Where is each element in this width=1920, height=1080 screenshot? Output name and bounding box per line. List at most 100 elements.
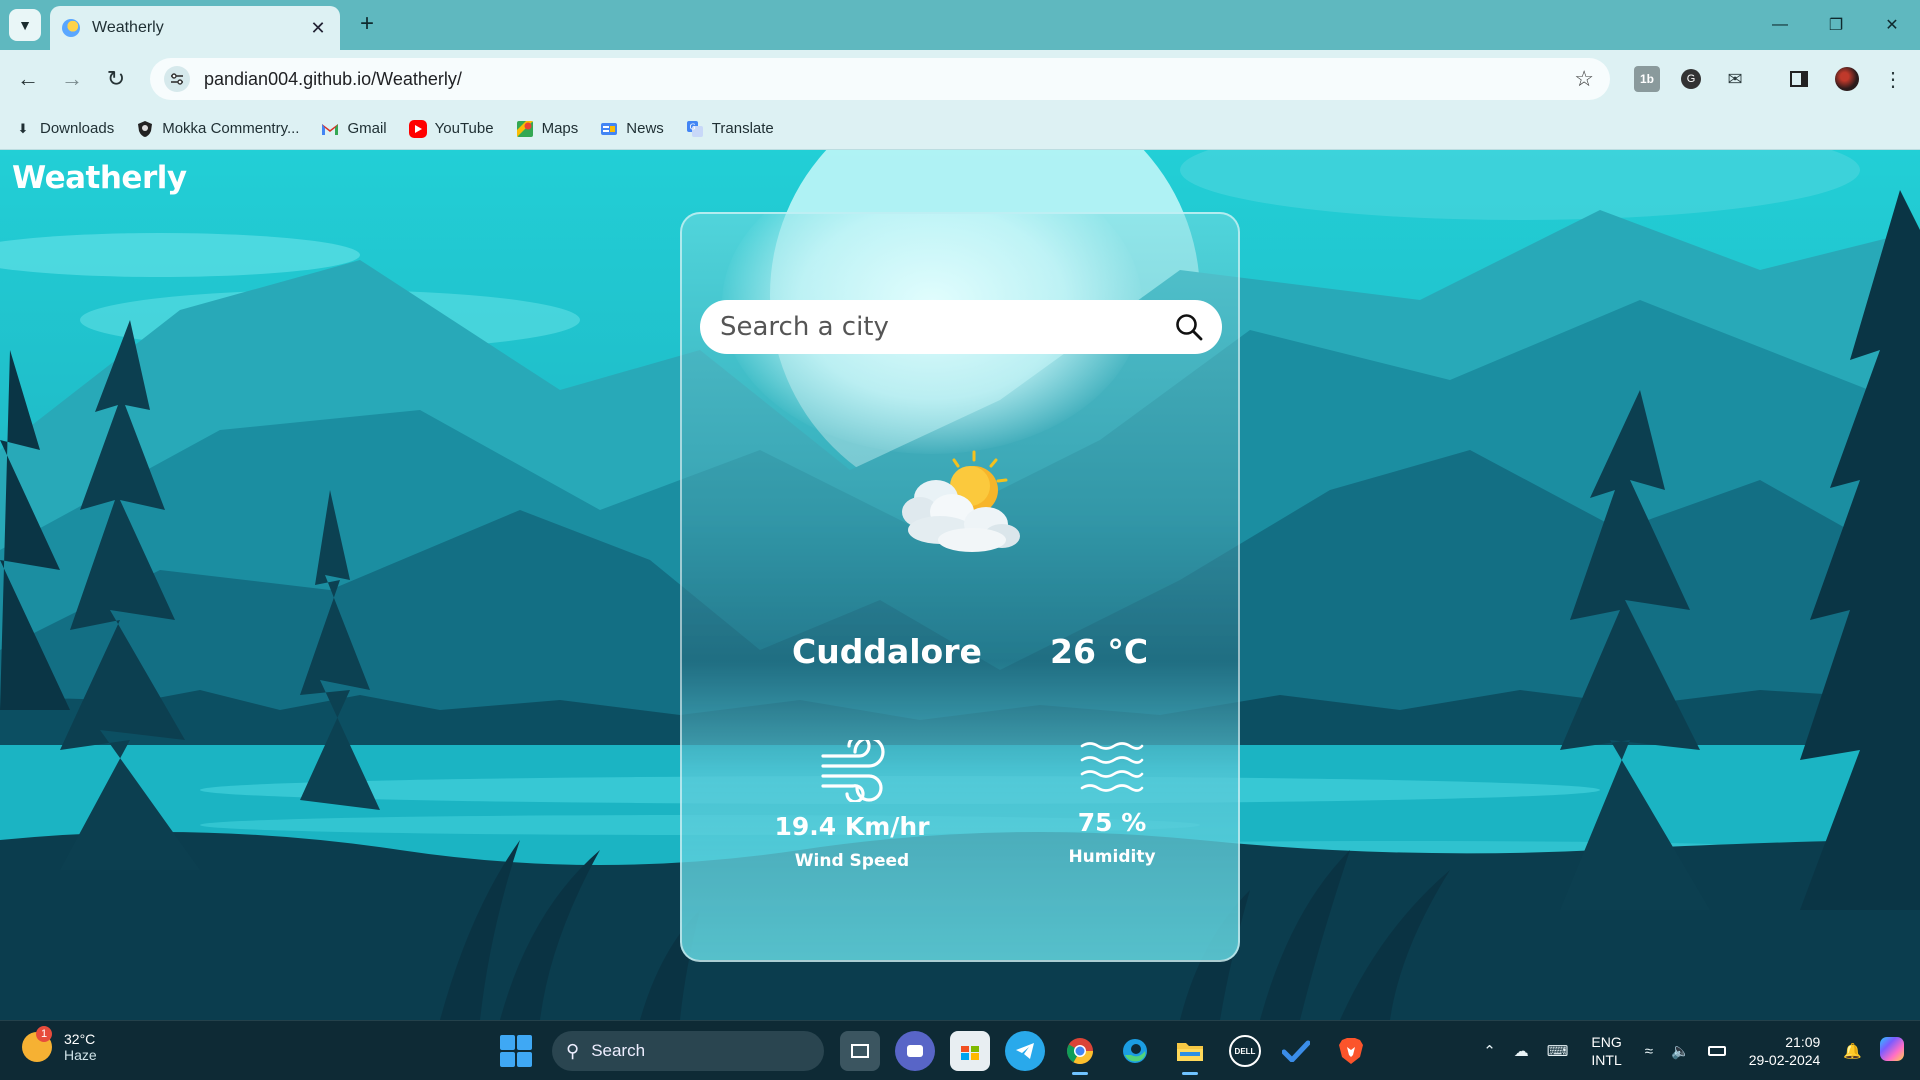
system-tray: ⌃ ☁ ⌨ ENG INTL ≈ 🔈 21:09 29-02-2024 🔔 xyxy=(1474,1021,1920,1080)
profile-avatar[interactable] xyxy=(1834,66,1860,92)
input-language[interactable]: ENG INTL xyxy=(1591,1033,1621,1069)
taskbar-weather-condition: Haze xyxy=(64,1047,97,1063)
chrome-icon[interactable] xyxy=(1060,1031,1100,1075)
bookmark-label: YouTube xyxy=(434,120,494,137)
wind-speed-label: Wind Speed xyxy=(794,851,910,871)
tab-title: Weatherly xyxy=(92,19,164,36)
file-explorer-icon[interactable] xyxy=(1170,1031,1210,1075)
weather-sun-icon: 1 xyxy=(22,1026,52,1062)
teams-chat-icon[interactable] xyxy=(895,1031,935,1071)
wifi-icon[interactable]: ≈ xyxy=(1645,1043,1653,1060)
extension-1b-icon[interactable]: 1b xyxy=(1634,66,1660,92)
bookmark-youtube[interactable]: YouTube xyxy=(408,119,494,138)
minimize-icon[interactable]: — xyxy=(1752,0,1808,50)
bookmark-mokka[interactable]: Mokka Commentry... xyxy=(136,120,299,138)
temperature: 26 °C xyxy=(1050,632,1149,671)
todo-check-icon[interactable] xyxy=(1276,1031,1316,1071)
bookmark-maps[interactable]: Maps xyxy=(516,120,579,138)
telegram-icon[interactable] xyxy=(1005,1031,1045,1071)
browser-toolbar: ← → ↻ pandian004.github.io/Weatherly/ ☆ … xyxy=(0,50,1920,108)
language-code: ENG xyxy=(1591,1034,1622,1050)
news-icon xyxy=(600,120,618,138)
bookmark-label: Gmail xyxy=(347,120,387,137)
bookmarks-bar: ⬇ Downloads Mokka Commentry... Gmail You… xyxy=(0,108,1920,150)
shield-icon xyxy=(136,120,154,138)
restore-icon[interactable]: ❐ xyxy=(1808,0,1864,50)
system-clock[interactable]: 21:09 29-02-2024 xyxy=(1749,1033,1821,1069)
onedrive-cloud-off-icon[interactable]: ☁ xyxy=(1514,1042,1529,1060)
show-hidden-icons-chevron-up-icon[interactable]: ⌃ xyxy=(1483,1042,1496,1060)
taskbar: 1 32°C Haze ⚲ Search DELL ⌃ ☁ ⌨ ENG INTL… xyxy=(0,1020,1920,1080)
youtube-icon xyxy=(408,119,427,138)
volume-icon[interactable]: 🔈 xyxy=(1671,1042,1690,1060)
browser-tab-weatherly[interactable]: Weatherly ✕ xyxy=(50,6,340,50)
keyboard-icon[interactable]: ⌨ xyxy=(1547,1042,1569,1060)
windows-start-icon[interactable] xyxy=(500,1035,532,1067)
wind-icon xyxy=(821,734,885,804)
tab-search-button[interactable]: ▼ xyxy=(9,9,41,41)
site-info-icon[interactable] xyxy=(164,66,190,92)
keyboard-layout: INTL xyxy=(1591,1052,1622,1068)
battery-icon[interactable] xyxy=(1707,1043,1726,1060)
reload-button[interactable]: ↻ xyxy=(100,63,132,95)
search-button[interactable] xyxy=(1172,310,1206,344)
close-window-icon[interactable]: ✕ xyxy=(1864,0,1920,50)
humidity-value: 75 % xyxy=(1077,808,1147,837)
arrow-right-icon: → xyxy=(61,66,83,91)
weatherly-favicon-icon xyxy=(62,19,80,37)
more-menu-icon[interactable]: ⋮ xyxy=(1880,66,1906,92)
gmail-icon xyxy=(321,120,339,138)
bookmark-downloads[interactable]: ⬇ Downloads xyxy=(14,120,115,138)
notification-bell-icon[interactable]: 🔔 xyxy=(1843,1042,1862,1060)
taskbar-search-label: Search xyxy=(591,1041,646,1060)
brand-logo[interactable]: Weatherly xyxy=(12,160,187,196)
microsoft-store-icon[interactable] xyxy=(950,1031,990,1071)
task-view-icon[interactable] xyxy=(840,1031,880,1071)
reload-icon: ↻ xyxy=(106,66,126,91)
taskbar-apps: ⚲ Search DELL xyxy=(500,1029,1386,1075)
bookmark-translate[interactable]: G Translate xyxy=(686,120,774,138)
humidity-label: Humidity xyxy=(1068,847,1156,867)
city-search-input[interactable] xyxy=(720,312,1172,342)
brave-icon[interactable] xyxy=(1331,1031,1371,1071)
humidity-waves-icon xyxy=(1080,742,1144,792)
clock-time: 21:09 xyxy=(1785,1034,1821,1050)
humidity-metric: 75 % Humidity xyxy=(1022,740,1202,867)
bookmark-label: Mokka Commentry... xyxy=(162,120,300,137)
tab-strip: ▼ Weatherly ✕ + — ❐ ✕ xyxy=(0,0,1920,50)
wind-speed-metric: 19.4 Km/hr Wind Speed xyxy=(762,734,942,871)
bookmark-news[interactable]: News xyxy=(600,120,664,138)
extension-g-icon[interactable]: G xyxy=(1678,66,1704,92)
wind-speed-value: 19.4 Km/hr xyxy=(774,812,930,841)
taskbar-weather-temp: 32°C xyxy=(64,1031,96,1047)
side-panel-icon[interactable] xyxy=(1786,66,1812,92)
arrow-left-icon: ← xyxy=(17,66,39,91)
bookmark-label: Downloads xyxy=(40,120,115,137)
bookmark-star-icon[interactable]: ☆ xyxy=(1574,66,1594,92)
search-icon: ⚲ xyxy=(566,1040,580,1061)
close-tab-icon[interactable]: ✕ xyxy=(308,18,328,39)
bookmark-label: News xyxy=(626,120,664,137)
clock-date: 29-02-2024 xyxy=(1748,1052,1821,1068)
taskbar-search-box[interactable]: ⚲ Search xyxy=(552,1031,824,1071)
notification-badge: 1 xyxy=(36,1026,52,1042)
dell-icon[interactable]: DELL xyxy=(1229,1035,1261,1067)
url-text: pandian004.github.io/Weatherly/ xyxy=(204,68,462,89)
maps-icon xyxy=(516,120,534,138)
bookmark-label: Maps xyxy=(541,120,579,137)
edge-icon[interactable] xyxy=(1115,1031,1155,1071)
copilot-icon[interactable] xyxy=(1880,1037,1904,1065)
puzzle-extensions-icon[interactable]: ✉ xyxy=(1722,66,1748,92)
weather-card: Cuddalore 26 °C 19.4 Km/hr Wind Speed xyxy=(680,212,1240,962)
window-controls: — ❐ ✕ xyxy=(1752,0,1920,50)
forward-button[interactable]: → xyxy=(56,63,88,95)
taskbar-weather-widget[interactable]: 1 32°C Haze xyxy=(22,1026,97,1063)
chevron-down-icon: ▼ xyxy=(18,17,32,33)
bookmark-label: Translate xyxy=(711,120,774,137)
bookmark-gmail[interactable]: Gmail xyxy=(321,120,387,138)
back-button[interactable]: ← xyxy=(12,63,44,95)
partly-cloudy-icon xyxy=(902,450,1020,552)
new-tab-button[interactable]: + xyxy=(352,10,382,40)
download-icon: ⬇ xyxy=(17,120,29,136)
address-bar[interactable]: pandian004.github.io/Weatherly/ ☆ xyxy=(150,58,1610,100)
